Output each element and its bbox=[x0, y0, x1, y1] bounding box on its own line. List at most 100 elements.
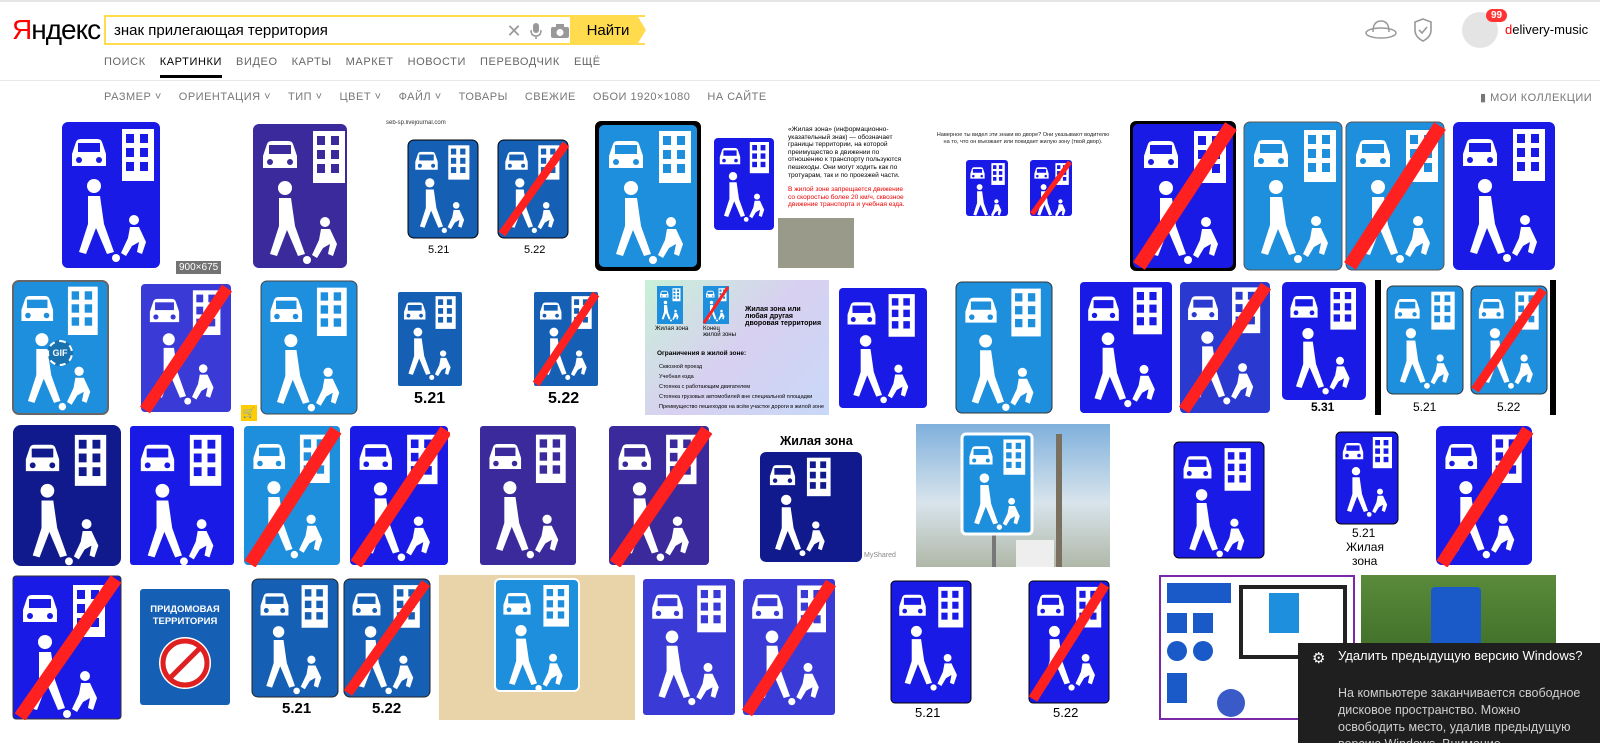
nav-more[interactable]: ЕЩЁ bbox=[574, 56, 601, 78]
sign-image bbox=[839, 288, 927, 408]
label-521: 5.21 bbox=[428, 244, 450, 256]
result-image-3[interactable]: seb-sp.livejournal.com 5.21 5.22 bbox=[384, 120, 589, 272]
result-image-24[interactable] bbox=[456, 424, 601, 567]
sign-image bbox=[253, 124, 347, 268]
result-image-27[interactable] bbox=[916, 424, 1110, 567]
result-image-32[interactable]: ПРИДОМОВАЯ ТЕРРИТОРИЯ bbox=[128, 575, 242, 720]
shield-icon[interactable] bbox=[1413, 18, 1433, 47]
result-image-1[interactable] bbox=[12, 120, 218, 272]
sign-image bbox=[244, 426, 342, 567]
result-image-2[interactable] bbox=[223, 120, 379, 272]
result-image-9[interactable] bbox=[1452, 120, 1556, 272]
sign-image bbox=[494, 578, 580, 692]
windows-notification[interactable]: ⚙ Удалить предыдущую версию Windows? На … bbox=[1298, 643, 1600, 743]
yandex-logo[interactable]: Яндекс bbox=[12, 14, 101, 46]
myshared-watermark: MyShared bbox=[864, 552, 896, 559]
result-image-5[interactable]: «Жилая зона» (информационно-указательный… bbox=[708, 120, 912, 272]
nav-video[interactable]: ВИДЕО bbox=[236, 56, 278, 78]
sign-image bbox=[1080, 282, 1272, 414]
list-item: Преимущество пешеходов на всём участке д… bbox=[659, 404, 825, 410]
result-image-30[interactable] bbox=[1412, 424, 1556, 567]
filter-orientation[interactable]: ОРИЕНТАЦИЯ ˅ bbox=[179, 91, 271, 103]
result-image-36[interactable]: 5.21 5.22 bbox=[845, 575, 1153, 720]
sign-image bbox=[130, 426, 234, 566]
resolution-badge: 900×675 bbox=[176, 261, 222, 274]
list-item: Учебная езда bbox=[659, 374, 694, 380]
search-box: ✕ bbox=[104, 15, 645, 45]
label-522: 5.22 bbox=[1053, 705, 1079, 720]
sign-image bbox=[1243, 121, 1446, 271]
result-image-22[interactable] bbox=[242, 424, 342, 567]
sign-image bbox=[350, 426, 450, 567]
label-521: 5.21 bbox=[915, 705, 941, 720]
top-line bbox=[0, 0, 1600, 2]
sign-image bbox=[955, 281, 1053, 414]
gif-badge: GIF bbox=[47, 340, 73, 366]
label-521: 5.21 bbox=[1352, 526, 1376, 540]
label-522: 5.22 bbox=[372, 700, 402, 717]
sign-image bbox=[260, 280, 358, 415]
find-button[interactable]: Найти bbox=[570, 15, 646, 45]
logo-rest: ндекс bbox=[31, 14, 101, 45]
filter-file[interactable]: ФАЙЛ ˅ bbox=[399, 91, 442, 103]
my-collections-link[interactable]: ▮ МОИ КОЛЛЕКЦИИ bbox=[1480, 91, 1592, 104]
result-image-31[interactable] bbox=[12, 575, 122, 720]
filter-wallpapers[interactable]: ОБОИ 1920×1080 bbox=[593, 91, 691, 103]
clear-icon[interactable]: ✕ bbox=[502, 19, 526, 43]
result-image-28[interactable] bbox=[1116, 424, 1322, 567]
result-image-34[interactable] bbox=[439, 575, 635, 720]
sign-image bbox=[13, 425, 121, 566]
result-image-21[interactable] bbox=[128, 424, 236, 567]
search-input[interactable] bbox=[106, 17, 486, 43]
result-image-14[interactable]: Жилая зона Конец жилой зоны Жилая зона и… bbox=[645, 280, 829, 415]
bookmark-icon: ▮ bbox=[1480, 92, 1491, 104]
result-image-29[interactable]: 5.21 Жилая зона bbox=[1328, 424, 1406, 567]
list-item: Стоянка с работающим двигателем bbox=[659, 384, 751, 390]
nav-search[interactable]: ПОИСК bbox=[104, 56, 146, 78]
filter-color[interactable]: ЦВЕТ ˅ bbox=[340, 91, 382, 103]
result-image-23[interactable] bbox=[348, 424, 450, 567]
nav-maps[interactable]: КАРТЫ bbox=[292, 56, 332, 78]
collections-label: МОИ КОЛЛЕКЦИИ bbox=[1490, 92, 1593, 104]
result-image-16[interactable] bbox=[936, 280, 1072, 415]
filter-size[interactable]: РАЗМЕР ˅ bbox=[104, 91, 162, 103]
filter-goods[interactable]: ТОВАРЫ bbox=[459, 91, 508, 103]
nav-news[interactable]: НОВОСТИ bbox=[408, 56, 466, 78]
tile-title-line1: ПРИДОМОВАЯ bbox=[150, 604, 220, 615]
nav-translator[interactable]: ПЕРЕВОДЧИК bbox=[480, 56, 560, 78]
filter-on-site[interactable]: НА САЙТЕ bbox=[707, 91, 766, 103]
result-image-7[interactable] bbox=[1129, 120, 1237, 272]
result-image-20[interactable] bbox=[12, 424, 122, 567]
tile-title: Жилая зона или любая другая дворовая тер… bbox=[745, 306, 822, 327]
result-image-35[interactable] bbox=[641, 575, 839, 720]
shopping-cart-icon[interactable]: 🛒 bbox=[241, 405, 257, 421]
tile-head: Ограничения в жилой зоне: bbox=[657, 350, 747, 357]
result-image-11[interactable] bbox=[115, 280, 255, 415]
result-image-15[interactable] bbox=[835, 280, 930, 415]
sign-image bbox=[12, 575, 122, 720]
result-image-8[interactable] bbox=[1242, 120, 1447, 272]
camera-icon[interactable] bbox=[548, 19, 572, 43]
sign-image bbox=[251, 578, 431, 698]
result-image-18[interactable]: 5.31 bbox=[1279, 280, 1369, 415]
microphone-icon[interactable] bbox=[524, 19, 548, 43]
result-image-33[interactable]: 5.21 5.22 bbox=[248, 575, 433, 720]
result-image-19[interactable]: 5.21 5.22 bbox=[1375, 280, 1556, 415]
filter-type[interactable]: ТИП ˅ bbox=[288, 91, 323, 103]
result-image-25[interactable] bbox=[607, 424, 712, 567]
result-image-13[interactable]: 5.21 5.22 bbox=[364, 280, 639, 415]
username[interactable]: delivery-music bbox=[1505, 22, 1588, 37]
tile-list: Сквозной проезд Учебная езда Стоянка с р… bbox=[659, 362, 827, 412]
result-image-6[interactable]: Наверное ты видел эти знаки во дворе? Он… bbox=[918, 120, 1123, 272]
nav-market[interactable]: МАРКЕТ bbox=[346, 56, 394, 78]
result-image-17[interactable] bbox=[1078, 280, 1273, 415]
result-image-4[interactable] bbox=[594, 120, 702, 272]
tile-caption: Наверное ты видел эти знаки во дворе? Он… bbox=[936, 132, 1110, 145]
result-image-12[interactable] bbox=[260, 280, 358, 415]
filter-fresh[interactable]: СВЕЖИЕ bbox=[525, 91, 576, 103]
nav-images[interactable]: КАРТИНКИ bbox=[159, 56, 223, 78]
hat-icon[interactable] bbox=[1364, 18, 1398, 45]
label-521: 5.21 bbox=[414, 390, 446, 407]
result-image-26[interactable]: Жилая зона MyShared bbox=[718, 424, 910, 567]
service-nav: ПОИСК КАРТИНКИ ВИДЕО КАРТЫ МАРКЕТ НОВОСТ… bbox=[104, 56, 615, 78]
